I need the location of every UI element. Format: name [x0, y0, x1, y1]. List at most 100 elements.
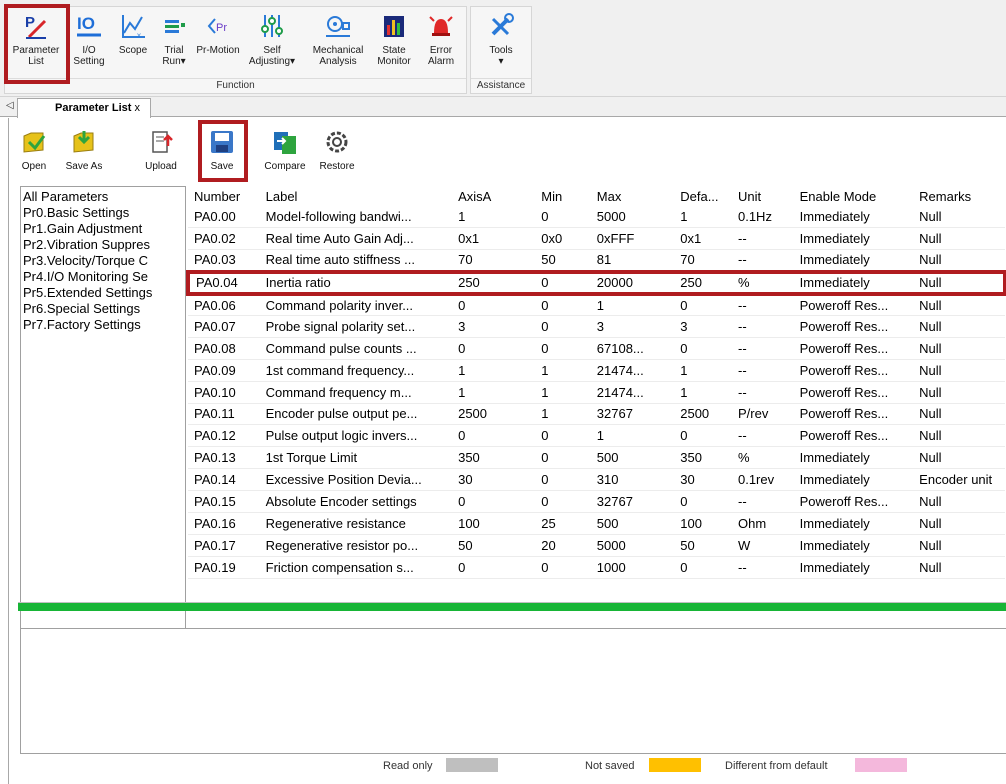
- trial-run-button[interactable]: Trial Run▾: [155, 9, 193, 77]
- table-cell[interactable]: 3: [590, 315, 675, 338]
- table-cell[interactable]: 67108...: [590, 337, 675, 360]
- table-cell[interactable]: 50: [535, 249, 591, 273]
- table-cell[interactable]: 0: [535, 315, 591, 338]
- pr-motion-button[interactable]: Pr Pr-Motion: [193, 9, 243, 77]
- table-cell[interactable]: Null: [913, 381, 1005, 404]
- table-cell[interactable]: Poweroff Res...: [793, 359, 914, 382]
- table-row[interactable]: PA0.11 Encoder pulse output pe... 2500 1 327…: [188, 403, 1005, 426]
- tree-item-pr6[interactable]: Pr6.Special Settings: [23, 301, 185, 317]
- table-cell[interactable]: Absolute Encoder settings: [259, 490, 453, 513]
- table-cell[interactable]: 0x1: [674, 227, 732, 251]
- table-cell[interactable]: PA0.07: [188, 315, 260, 338]
- table-cell[interactable]: Poweroff Res...: [793, 293, 914, 316]
- table-row[interactable]: PA0.13 1st Torque Limit 350 0 500 350% Immedia…: [188, 446, 1005, 470]
- save-as-button[interactable]: Save As: [61, 128, 107, 180]
- table-cell[interactable]: 0: [452, 293, 536, 316]
- table-cell[interactable]: 0: [535, 424, 591, 448]
- table-cell[interactable]: Null: [913, 337, 1005, 360]
- table-cell[interactable]: Immediately: [793, 512, 914, 535]
- scope-button[interactable]: x Scope: [111, 9, 155, 77]
- tree-item-pr0[interactable]: Pr0.Basic Settings: [23, 205, 185, 221]
- table-cell[interactable]: Immediately: [793, 468, 914, 492]
- table-cell[interactable]: Null: [913, 403, 1005, 426]
- table-cell[interactable]: Null: [913, 315, 1005, 338]
- table-cell[interactable]: 1st Torque Limit: [259, 446, 453, 470]
- table-cell[interactable]: --: [731, 227, 794, 251]
- table-cell[interactable]: 1: [452, 206, 536, 229]
- table-cell[interactable]: PA0.08: [188, 337, 260, 360]
- table-cell[interactable]: 250: [674, 269, 732, 296]
- table-cell[interactable]: Null: [913, 206, 1005, 229]
- table-cell[interactable]: PA0.02: [188, 227, 260, 251]
- table-cell[interactable]: 20000: [590, 269, 675, 296]
- table-cell[interactable]: 70: [674, 249, 732, 273]
- table-cell[interactable]: 1000: [590, 556, 675, 579]
- table-cell[interactable]: Null: [913, 556, 1005, 579]
- table-cell[interactable]: %: [731, 446, 794, 470]
- table-cell[interactable]: 3: [674, 315, 732, 338]
- table-cell[interactable]: PA0.04: [186, 269, 260, 296]
- table-cell[interactable]: PA0.06: [188, 293, 260, 316]
- table-cell[interactable]: P/rev: [731, 403, 794, 426]
- table-cell[interactable]: 1: [674, 206, 732, 229]
- column-header[interactable]: Enable Mode: [794, 186, 914, 206]
- table-cell[interactable]: Null: [913, 293, 1005, 316]
- table-cell[interactable]: Poweroff Res...: [793, 424, 914, 448]
- table-cell[interactable]: 0x1: [452, 227, 536, 251]
- column-header[interactable]: Unit: [732, 186, 794, 206]
- table-cell[interactable]: %: [731, 269, 794, 296]
- table-row[interactable]: PA0.06 Command polarity inver... 0 0 1 0 -- Pow…: [188, 293, 1005, 316]
- self-adjusting-button[interactable]: Self Adjusting▾: [245, 9, 299, 77]
- table-cell[interactable]: Poweroff Res...: [793, 337, 914, 360]
- table-cell[interactable]: Pulse output logic invers...: [259, 424, 453, 448]
- table-cell[interactable]: 81: [590, 249, 675, 273]
- table-cell[interactable]: Immediately: [793, 556, 914, 579]
- table-cell[interactable]: PA0.15: [188, 490, 260, 513]
- table-cell[interactable]: 0: [674, 490, 732, 513]
- table-cell[interactable]: 5000: [590, 534, 675, 557]
- table-cell[interactable]: 32767: [590, 490, 675, 513]
- restore-button[interactable]: Restore: [315, 128, 359, 180]
- table-row[interactable]: PA0.14 Excessive Position Devia... 30 0 310 3…: [188, 468, 1005, 492]
- table-row[interactable]: PA0.08 Command pulse counts ... 0 0 67108...…: [188, 337, 1005, 360]
- table-cell[interactable]: 310: [590, 468, 675, 492]
- table-cell[interactable]: 2500: [674, 403, 732, 426]
- table-cell[interactable]: Immediately: [793, 446, 914, 470]
- table-cell[interactable]: Null: [913, 446, 1005, 470]
- table-cell[interactable]: 0: [452, 424, 536, 448]
- table-cell[interactable]: Friction compensation s...: [259, 556, 453, 579]
- table-cell[interactable]: Immediately: [793, 249, 914, 273]
- table-cell[interactable]: PA0.12: [188, 424, 260, 448]
- tree-item-pr5[interactable]: Pr5.Extended Settings: [23, 285, 185, 301]
- table-cell[interactable]: 0: [535, 446, 591, 470]
- tree-item-all-parameters[interactable]: All Parameters: [23, 189, 185, 205]
- table-cell[interactable]: 0: [674, 556, 732, 579]
- table-cell[interactable]: Inertia ratio: [259, 269, 453, 296]
- table-cell[interactable]: 0: [452, 337, 536, 360]
- table-cell[interactable]: Probe signal polarity set...: [259, 315, 453, 338]
- table-cell[interactable]: 0: [535, 556, 591, 579]
- tree-item-pr1[interactable]: Pr1.Gain Adjustment: [23, 221, 185, 237]
- table-cell[interactable]: Ohm: [731, 512, 794, 535]
- table-cell[interactable]: Regenerative resistance: [259, 512, 453, 535]
- table-cell[interactable]: --: [731, 381, 794, 404]
- table-cell[interactable]: Encoder unit: [913, 468, 1005, 492]
- table-cell[interactable]: 250: [452, 269, 536, 296]
- table-cell[interactable]: PA0.10: [188, 381, 260, 404]
- tools-button[interactable]: Tools ▾: [477, 9, 525, 77]
- table-cell[interactable]: 1: [452, 359, 536, 382]
- table-cell[interactable]: 1: [535, 381, 591, 404]
- io-setting-button[interactable]: IO I/O Setting: [69, 9, 109, 77]
- table-cell[interactable]: Null: [913, 227, 1005, 251]
- table-cell[interactable]: Immediately: [793, 534, 914, 557]
- table-cell[interactable]: 1st command frequency...: [259, 359, 453, 382]
- column-header[interactable]: Max: [591, 186, 674, 206]
- table-cell[interactable]: Excessive Position Devia...: [259, 468, 453, 492]
- table-cell[interactable]: 0x0: [535, 227, 591, 251]
- table-row[interactable]: PA0.17 Regenerative resistor po... 50 20 500…: [188, 534, 1005, 557]
- table-cell[interactable]: Null: [913, 490, 1005, 513]
- table-cell[interactable]: Null: [913, 534, 1005, 557]
- table-cell[interactable]: 32767: [590, 403, 675, 426]
- table-cell[interactable]: 0: [535, 269, 591, 296]
- table-cell[interactable]: 0: [535, 206, 591, 229]
